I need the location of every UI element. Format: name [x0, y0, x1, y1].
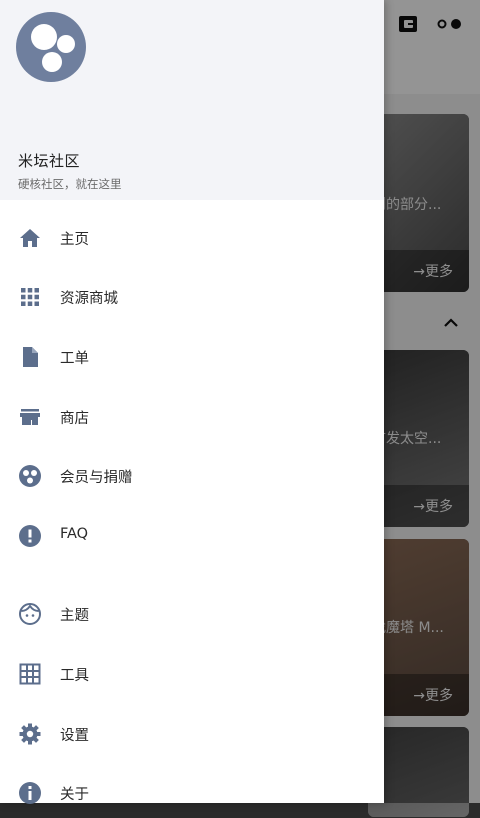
menu-item-about[interactable]: 关于 — [0, 768, 384, 818]
menu-item-tools[interactable]: 工具 — [0, 649, 384, 699]
menu-item-faq[interactable]: FAQ — [0, 511, 384, 561]
store-icon — [20, 409, 40, 425]
menu-item-theme[interactable]: 主题 — [0, 589, 384, 639]
menu-item-membership-donation[interactable]: 会员与捐赠 — [0, 451, 384, 501]
table-icon — [19, 663, 41, 685]
menu-item-label: 商店 — [60, 411, 89, 427]
menu-item-label: 设置 — [60, 728, 89, 744]
menu-item-tickets[interactable]: 工单 — [0, 332, 384, 382]
app-tagline: 硬核社区，就在这里 — [18, 177, 122, 191]
menu-item-label: 关于 — [60, 787, 89, 803]
menu-item-label: 工单 — [60, 351, 89, 367]
face-icon — [19, 603, 41, 625]
app-name: 米坛社区 — [18, 152, 81, 170]
menu-item-settings[interactable]: 设置 — [0, 709, 384, 759]
home-icon — [20, 229, 40, 247]
menu-item-label: 资源商城 — [60, 291, 118, 307]
menu-item-label: 工具 — [60, 668, 89, 684]
grid-icon — [21, 288, 39, 306]
drawer-header: 米坛社区 硬核社区，就在这里 — [0, 0, 384, 200]
menu-item-label: 主题 — [60, 608, 89, 624]
gear-icon — [19, 723, 41, 745]
menu-item-label: 主页 — [60, 232, 89, 248]
info-icon — [19, 782, 41, 804]
membership-icon — [19, 465, 41, 487]
app-logo-avatar — [16, 12, 86, 82]
alert-circle-icon — [19, 525, 41, 547]
menu-item-label: 会员与捐赠 — [60, 470, 133, 486]
menu-item-resource-mall[interactable]: 资源商城 — [0, 272, 384, 322]
menu-item-home[interactable]: 主页 — [0, 213, 384, 263]
document-icon — [23, 347, 38, 367]
menu-item-store[interactable]: 商店 — [0, 392, 384, 442]
menu-item-label: FAQ — [60, 526, 89, 542]
navigation-drawer: 米坛社区 硬核社区，就在这里 主页 资源商城 工单 商店 会员与捐赠 FAQ 主… — [0, 0, 384, 804]
